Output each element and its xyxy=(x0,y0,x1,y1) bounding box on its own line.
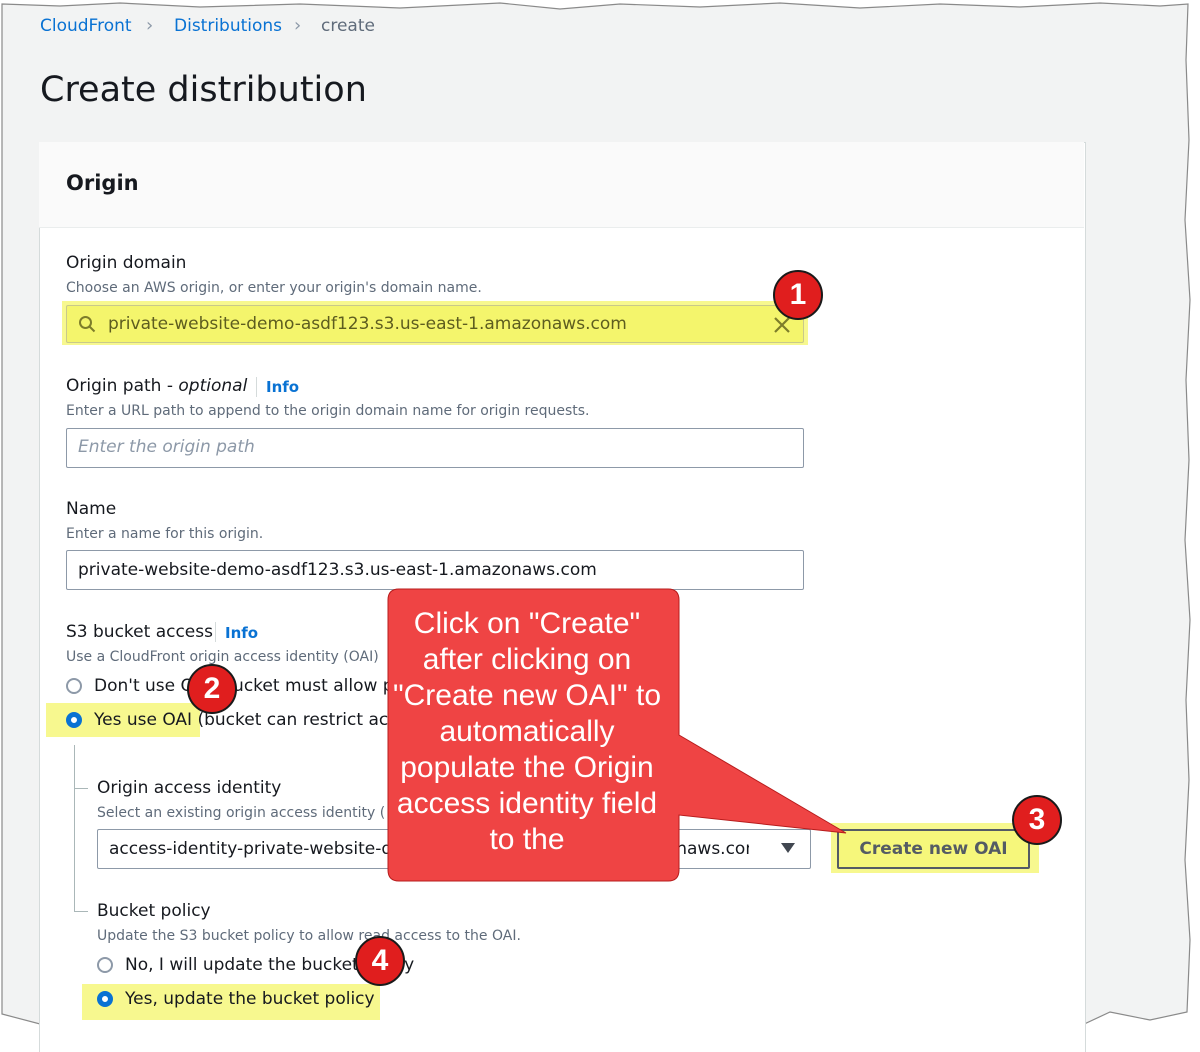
callout-text: Click on "Create" after clicking on "Cre… xyxy=(392,607,662,856)
step-badge-1: 1 xyxy=(773,270,823,320)
step-badge-3: 3 xyxy=(1012,795,1062,845)
callout-box xyxy=(387,588,847,882)
step-badge-4: 4 xyxy=(355,936,405,986)
step-badge-2: 2 xyxy=(187,664,237,714)
